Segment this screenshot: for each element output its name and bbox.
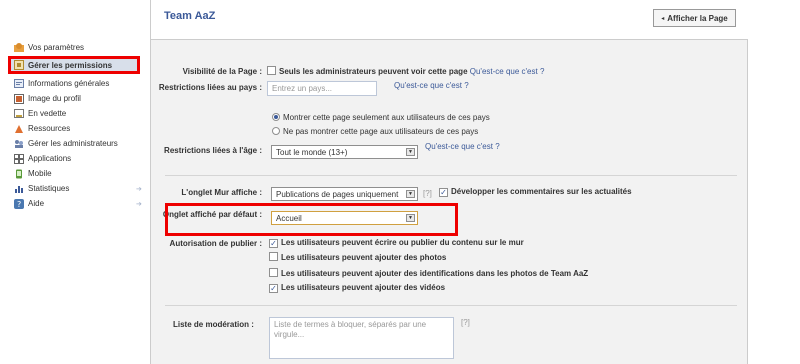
- sidebar-item-label: Informations générales: [28, 79, 110, 88]
- sidebar-item-label: Gérer les administrateurs: [28, 139, 118, 148]
- sidebar-item-general-info[interactable]: Informations générales: [14, 77, 109, 90]
- admin-only-label: Seuls les administrateurs peuvent voir c…: [279, 67, 468, 76]
- mobile-icon: [14, 169, 25, 179]
- sidebar-item-profile-image[interactable]: Image du profil: [14, 92, 81, 105]
- moderation-help[interactable]: [?]: [461, 318, 470, 327]
- age-select[interactable]: Tout le monde (13+) ▼: [271, 145, 418, 159]
- resources-icon: [14, 124, 25, 134]
- posting-checkbox[interactable]: ✓: [269, 284, 278, 293]
- sidebar-item-label: Mobile: [28, 169, 52, 178]
- sidebar-item-label: Applications: [28, 154, 72, 163]
- svg-text:?: ?: [17, 200, 21, 209]
- stats-icon: [14, 184, 25, 194]
- default-tab-select[interactable]: Accueil ▼: [271, 211, 418, 225]
- sidebar-item-resources[interactable]: Ressources: [14, 122, 70, 135]
- sidebar-item-label: Vos paramètres: [28, 43, 85, 52]
- default-tab-label: Onglet affiché par défaut :: [162, 210, 262, 219]
- posting-checkbox[interactable]: [269, 252, 278, 261]
- expand-comments-row[interactable]: ✓ Développer les commentaires sur les act…: [439, 187, 632, 197]
- sidebar-item-applications[interactable]: Applications: [14, 152, 71, 165]
- info-icon: [14, 78, 25, 89]
- help-icon: ?: [14, 198, 25, 209]
- admins-icon: [14, 139, 25, 149]
- posting-label: Autorisation de publier :: [169, 239, 262, 248]
- sidebar-item-mobile[interactable]: Mobile: [14, 167, 52, 180]
- sidebar-item-permissions[interactable]: Gérer les permissions: [8, 56, 140, 74]
- sidebar-item-label: Gérer les permissions: [28, 60, 113, 70]
- sidebar-item-label: En vedette: [28, 109, 67, 118]
- posting-checkbox[interactable]: ✓: [269, 239, 278, 248]
- sidebar-item-settings[interactable]: Vos paramètres: [14, 41, 84, 54]
- wall-label: L'onglet Mur affiche :: [181, 188, 262, 197]
- page-title: Team AaZ: [164, 10, 216, 22]
- chevron-right-icon: ➔: [136, 200, 142, 208]
- moderation-label: Liste de modération :: [173, 320, 254, 329]
- sidebar-item-label: Ressources: [28, 124, 71, 133]
- sidebar-item-label: Aide: [28, 199, 45, 208]
- posting-option[interactable]: Les utilisateurs peuvent ajouter des ide…: [269, 268, 588, 278]
- posting-option[interactable]: ✓ Les utilisateurs peuvent ajouter des vi…: [269, 283, 445, 293]
- featured-icon: [14, 108, 25, 119]
- sidebar-item-label: Image du profil: [28, 94, 81, 103]
- page-header: Team AaZ ◂ Afficher la Page: [151, 0, 748, 40]
- sidebar-item-featured[interactable]: En vedette: [14, 107, 66, 120]
- profile-image-icon: [14, 93, 25, 104]
- visibility-label: Visibilité de la Page :: [182, 67, 262, 76]
- admin-only-checkbox[interactable]: [267, 66, 276, 75]
- country-radio-show-row[interactable]: Montrer cette page seulement aux utilisa…: [272, 113, 490, 122]
- posting-option[interactable]: ✓ Les utilisateurs peuvent écrire ou publ…: [269, 238, 524, 248]
- settings-icon: [14, 42, 25, 53]
- country-help-link[interactable]: Qu'est-ce que c'est ?: [394, 81, 469, 90]
- main-panel: Team AaZ ◂ Afficher la Page Visibilité d…: [150, 0, 748, 364]
- expand-comments-checkbox[interactable]: ✓: [439, 188, 448, 197]
- chevron-left-icon: ◂: [661, 15, 665, 22]
- permissions-icon: [14, 60, 25, 70]
- apps-icon: [14, 153, 25, 164]
- hide-radio[interactable]: [272, 127, 280, 135]
- visibility-row: Seuls les administrateurs peuvent voir c…: [267, 66, 544, 76]
- divider: [165, 305, 737, 306]
- divider: [165, 175, 737, 176]
- sidebar-item-statistics[interactable]: Statistiques ➔: [14, 182, 142, 195]
- view-page-button[interactable]: ◂ Afficher la Page: [653, 9, 736, 27]
- wall-select[interactable]: Publications de pages uniquement ▼: [271, 187, 418, 201]
- sidebar-item-admins[interactable]: Gérer les administrateurs: [14, 137, 118, 150]
- sidebar-item-help[interactable]: ? Aide ➔: [14, 197, 142, 210]
- country-input[interactable]: Entrez un pays...: [267, 81, 377, 96]
- chevron-down-icon: ▼: [406, 214, 415, 222]
- sidebar: Vos paramètres Gérer les permissions Inf…: [0, 0, 150, 364]
- visibility-help-link[interactable]: Qu'est-ce que c'est ?: [470, 67, 545, 76]
- chevron-down-icon: ▼: [406, 148, 415, 156]
- posting-option[interactable]: Les utilisateurs peuvent ajouter des pho…: [269, 252, 446, 262]
- country-radio-hide-row[interactable]: Ne pas montrer cette page aux utilisateu…: [272, 127, 478, 136]
- country-label: Restrictions liées au pays :: [158, 83, 262, 92]
- moderation-textarea[interactable]: Liste de termes à bloquer, séparés par u…: [269, 317, 454, 359]
- age-label: Restrictions liées à l'âge :: [164, 146, 262, 155]
- wall-help[interactable]: [?]: [423, 189, 432, 198]
- chevron-right-icon: ➔: [136, 185, 142, 193]
- sidebar-item-label: Statistiques: [28, 184, 70, 193]
- chevron-down-icon: ▼: [406, 190, 415, 198]
- posting-checkbox[interactable]: [269, 268, 278, 277]
- show-radio[interactable]: [272, 113, 280, 121]
- age-help-link[interactable]: Qu'est-ce que c'est ?: [425, 142, 500, 151]
